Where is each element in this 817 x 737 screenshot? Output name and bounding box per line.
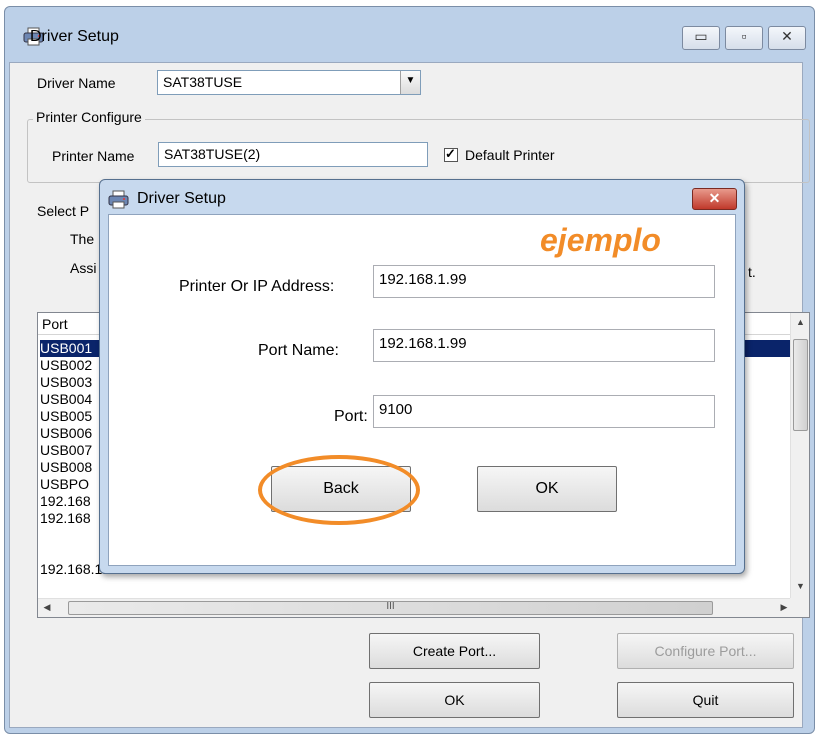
maximize-icon: ▫ <box>741 28 747 44</box>
ok-button[interactable]: OK <box>369 682 540 718</box>
port-cell: USB004 <box>40 391 93 407</box>
instruction-text-2-tail: t. <box>748 264 756 280</box>
printer-name-input[interactable]: SAT38TUSE(2) <box>158 142 428 167</box>
port-cell: 192.168 <box>40 493 91 509</box>
button-label: OK <box>444 692 465 708</box>
configure-port-button[interactable]: Configure Port... <box>617 633 794 669</box>
dialog-client-area: Printer Or IP Address: 192.168.1.99 Port… <box>108 214 736 566</box>
driver-name-combo[interactable]: SAT38TUSE ▼ <box>157 70 421 95</box>
printer-configure-caption: Printer Configure <box>33 109 145 125</box>
port-cell: USB006 <box>40 425 93 441</box>
vertical-scrollbar[interactable]: ▲ ▼ <box>790 313 809 598</box>
scroll-grip: III <box>386 601 395 612</box>
scroll-left-icon[interactable]: ◀ <box>41 602 53 613</box>
close-icon: ✕ <box>708 190 721 206</box>
port-cell: USB005 <box>40 408 93 424</box>
highlight-circle <box>258 455 420 525</box>
driver-name-value: SAT38TUSE <box>163 74 243 90</box>
chevron-down-icon: ▼ <box>405 75 416 86</box>
select-port-text: Select P <box>37 203 90 219</box>
scroll-down-icon[interactable]: ▼ <box>791 581 810 591</box>
minimize-button[interactable]: ▭ <box>682 26 720 50</box>
scroll-up-icon[interactable]: ▲ <box>791 317 810 327</box>
minimize-icon: ▭ <box>694 28 708 44</box>
instruction-text-1: The <box>70 231 95 247</box>
horizontal-scrollbar[interactable]: ◀ III ▶ <box>38 598 793 617</box>
close-icon: ✕ <box>781 28 793 44</box>
watermark-text: ejemplo <box>540 222 661 258</box>
port-cell: 192.168 <box>40 510 91 526</box>
port-name-label: Port Name: <box>258 342 339 359</box>
dialog-ok-button[interactable]: OK <box>477 466 617 512</box>
scroll-corner <box>790 598 809 617</box>
port-name-input[interactable]: 192.168.1.99 <box>373 329 715 362</box>
printer-name-label: Printer Name <box>52 148 135 164</box>
default-printer-label: Default Printer <box>465 147 555 163</box>
address-input[interactable]: 192.168.1.99 <box>373 265 715 298</box>
button-label: Quit <box>692 692 719 708</box>
create-port-button[interactable]: Create Port... <box>369 633 540 669</box>
port-cell: USB002 <box>40 357 93 373</box>
vertical-scroll-thumb[interactable] <box>793 339 808 431</box>
dropdown-button[interactable]: ▼ <box>400 71 420 94</box>
driver-name-label: Driver Name <box>37 75 116 91</box>
port-cell: USB008 <box>40 459 93 475</box>
port-cell: USB003 <box>40 374 93 390</box>
button-label: Create Port... <box>412 643 497 659</box>
dialog-title: Driver Setup <box>137 190 226 207</box>
window-title: Driver Setup <box>30 28 119 45</box>
scroll-right-icon[interactable]: ▶ <box>778 602 790 613</box>
close-button[interactable]: ✕ <box>768 26 806 50</box>
port-column-header[interactable]: Port <box>42 316 68 332</box>
button-label: Configure Port... <box>654 643 757 659</box>
port-input[interactable]: 9100 <box>373 395 715 428</box>
quit-button[interactable]: Quit <box>617 682 794 718</box>
address-label: Printer Or IP Address: <box>179 278 335 295</box>
maximize-button[interactable]: ▫ <box>725 26 763 50</box>
instruction-text-2: Assi <box>70 260 97 276</box>
printer-icon <box>108 190 130 210</box>
horizontal-scroll-thumb[interactable]: III <box>68 601 713 615</box>
port-cell: USB007 <box>40 442 93 458</box>
button-label: OK <box>535 480 559 497</box>
check-icon: ✓ <box>445 146 456 161</box>
default-printer-checkbox[interactable]: ✓ <box>444 146 458 162</box>
port-cell: USB001 <box>40 340 93 356</box>
port-cell: USBPO <box>40 476 90 492</box>
dialog-close-button[interactable]: ✕ <box>692 188 737 210</box>
port-label: Port: <box>334 408 368 425</box>
